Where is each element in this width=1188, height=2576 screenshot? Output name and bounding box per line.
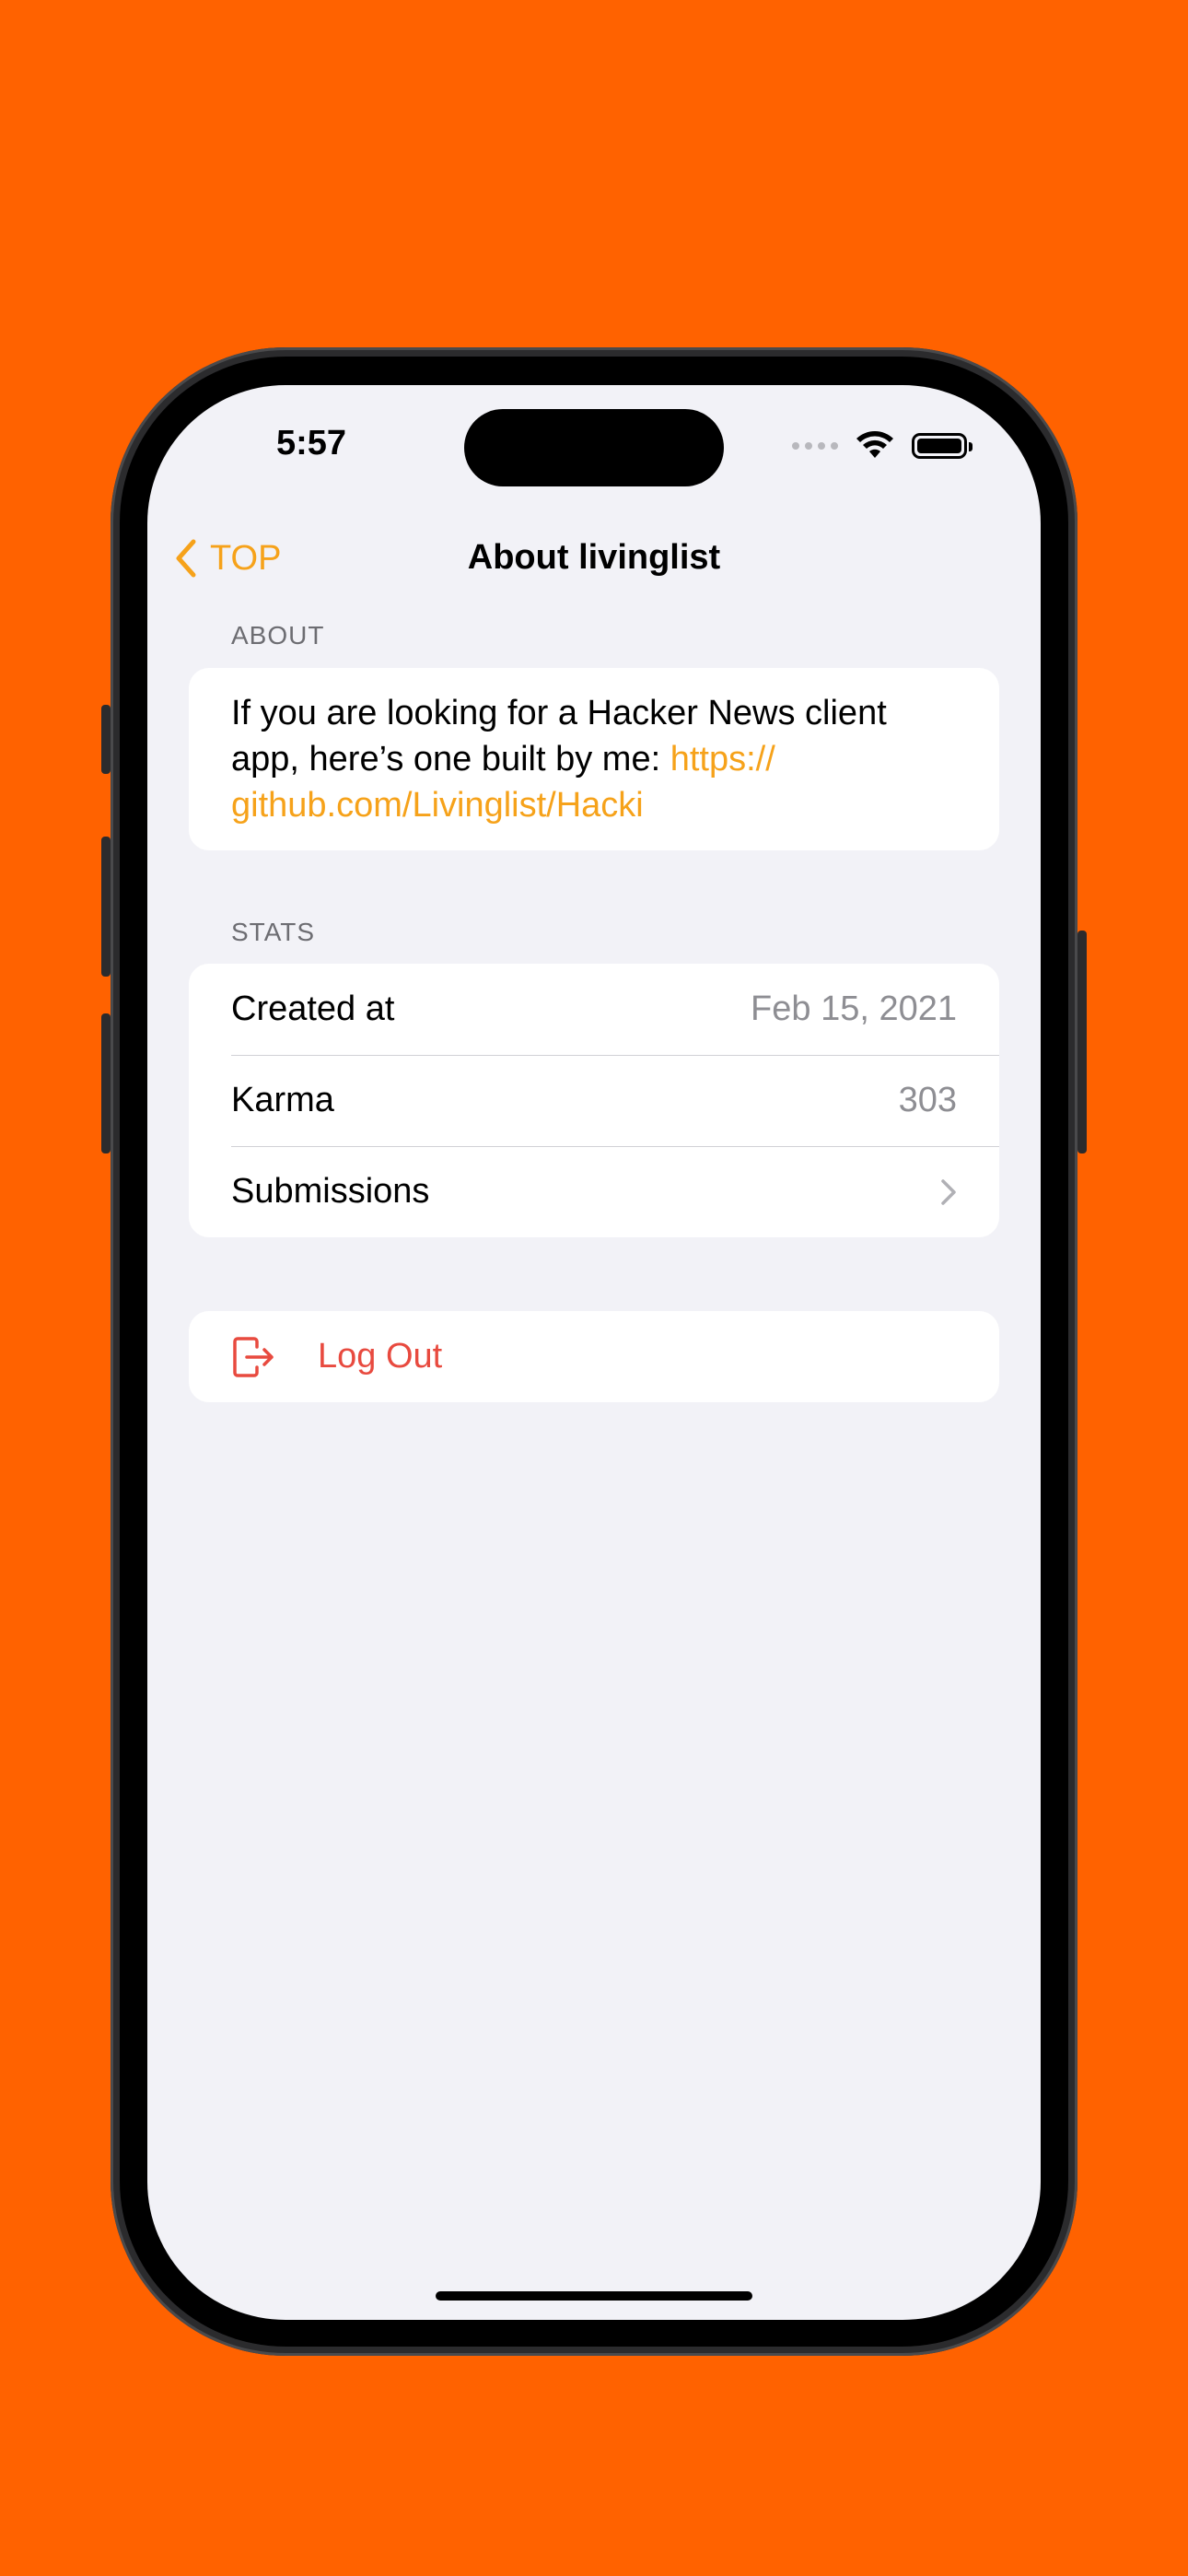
power-button [1077,931,1087,1153]
github-link-part2: github.com/Livinglist/Hacki [231,786,644,825]
battery-icon [912,433,973,459]
logout-card: Log Out [189,1311,999,1402]
karma-row: Karma 303 [189,1055,999,1146]
wifi-icon [856,431,893,458]
dynamic-island [464,409,724,486]
created-at-row: Created at Feb 15, 2021 [189,964,999,1055]
submissions-row[interactable]: Submissions [189,1146,999,1237]
karma-value: 303 [898,1081,957,1119]
app-screen: 5:57 TOP About livinglist ABOUT If you a… [147,385,1041,2320]
home-indicator[interactable] [436,2291,752,2301]
chevron-right-icon [941,1178,956,1205]
submissions-label: Submissions [231,1172,430,1211]
page-title: About livinglist [467,538,721,577]
signal-icon [792,442,838,450]
created-at-label: Created at [231,989,395,1028]
github-link-part1: https:// [670,740,775,779]
stats-section-header: STATS [231,918,316,946]
about-body: If you are looking for a Hacker News cli… [231,694,887,779]
created-at-value: Feb 15, 2021 [751,989,957,1028]
logout-icon [233,1336,274,1377]
logout-button[interactable]: Log Out [189,1311,999,1402]
stats-card: Created at Feb 15, 2021 Karma 303 Submis… [189,964,999,1237]
about-card: If you are looking for a Hacker News cli… [189,668,999,850]
logout-label: Log Out [318,1337,443,1376]
action-button [101,705,111,774]
about-section-header: ABOUT [231,621,325,650]
status-time: 5:57 [276,424,347,463]
volume-down-button [101,1013,111,1153]
karma-label: Karma [231,1081,334,1119]
volume-up-button [101,837,111,977]
navigation-bar: TOP About livinglist [147,514,1041,606]
about-text: If you are looking for a Hacker News cli… [189,668,999,850]
status-indicators [792,427,973,464]
